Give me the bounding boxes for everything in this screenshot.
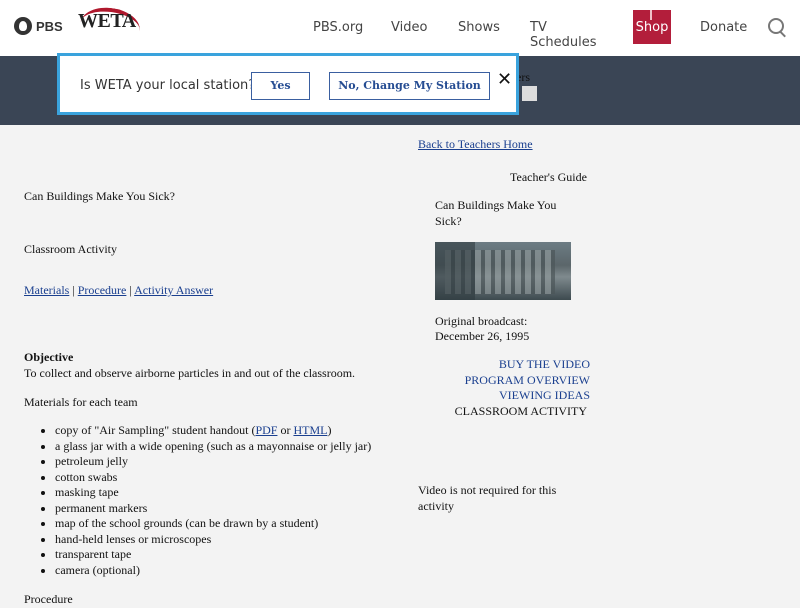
nav-pbs-org[interactable]: PBS.org <box>313 20 363 35</box>
page-subtitle: Classroom Activity <box>24 242 117 256</box>
teachers-guide-label: Teacher's Guide <box>510 170 587 184</box>
pbs-head-icon <box>14 17 32 35</box>
objective-text: To collect and observe airborne particle… <box>24 366 356 380</box>
weta-logo[interactable]: WETA <box>78 10 136 33</box>
video-note: Video is not required for this activity <box>418 483 557 513</box>
nav-donate[interactable]: Donate <box>700 20 747 35</box>
close-icon[interactable]: ✕ <box>497 69 512 90</box>
banner-input-box[interactable] <box>522 86 537 101</box>
nav-shows[interactable]: Shows <box>458 20 500 35</box>
viewing-ideas-link[interactable]: VIEWING IDEAS <box>418 388 590 404</box>
activity-answer-link[interactable]: Activity Answer <box>134 283 213 297</box>
materials-list: copy of "Air Sampling" student handout (… <box>24 423 435 578</box>
materials-link[interactable]: Materials <box>24 283 69 297</box>
list-item: petroleum jelly <box>55 454 435 470</box>
search-icon[interactable] <box>768 18 784 34</box>
list-item: camera (optional) <box>55 563 435 579</box>
list-item-text: ) <box>327 423 332 437</box>
list-item: copy of "Air Sampling" student handout (… <box>55 423 435 439</box>
list-item: map of the school grounds (can be drawn … <box>55 516 435 532</box>
back-to-teachers-link[interactable]: Back to Teachers Home <box>418 137 533 153</box>
list-item: permanent markers <box>55 501 435 517</box>
list-item: a glass jar with a wide opening (such as… <box>55 439 435 455</box>
nav-shop-label: Shop <box>635 20 669 35</box>
pdf-link[interactable]: PDF <box>255 423 277 437</box>
nav-shop[interactable]: Shop <box>633 10 671 44</box>
page-title: Can Buildings Make You Sick? <box>24 189 176 203</box>
list-item: masking tape <box>55 485 435 501</box>
broadcast-date: December 26, 1995 <box>435 329 530 343</box>
pbs-logo-text: PBS <box>36 18 63 34</box>
program-overview-link[interactable]: PROGRAM OVERVIEW <box>418 373 590 389</box>
guide-menu: BUY THE VIDEO PROGRAM OVERVIEW VIEWING I… <box>418 357 590 419</box>
section-links: Materials | Procedure | Activity Answer <box>24 283 213 299</box>
pbs-logo[interactable]: PBS <box>14 17 63 35</box>
list-item: transparent tape <box>55 547 435 563</box>
buy-video-link[interactable]: BUY THE VIDEO <box>418 357 590 373</box>
broadcast-label: Original broadcast: <box>435 314 528 328</box>
nav-tv-schedules[interactable]: TV Schedules <box>530 20 597 50</box>
list-item: cotton swabs <box>55 470 435 486</box>
materials-heading: Materials for each team <box>24 395 138 409</box>
local-station-popup: Is WETA your local station? Yes No, Chan… <box>57 53 519 115</box>
objective-heading: Objective <box>24 350 74 364</box>
procedure-link[interactable]: Procedure <box>78 283 127 297</box>
list-item-text: copy of "Air Sampling" student handout ( <box>55 423 256 437</box>
list-item-text: or <box>277 423 294 437</box>
link-separator: | <box>129 283 132 297</box>
page-content: Can Buildings Make You Sick? Classroom A… <box>0 125 800 606</box>
list-item: hand-held lenses or microscopes <box>55 532 435 548</box>
classroom-activity-current: CLASSROOM ACTIVITY <box>454 403 587 418</box>
nav-video[interactable]: Video <box>391 20 427 35</box>
link-separator: | <box>72 283 75 297</box>
program-thumbnail <box>435 242 571 300</box>
popup-question: Is WETA your local station? <box>80 78 256 93</box>
html-link[interactable]: HTML <box>293 423 327 437</box>
change-station-button[interactable]: No, Change My Station <box>329 72 490 100</box>
program-title: Can Buildings Make You Sick? <box>435 198 557 228</box>
yes-button[interactable]: Yes <box>251 72 310 100</box>
